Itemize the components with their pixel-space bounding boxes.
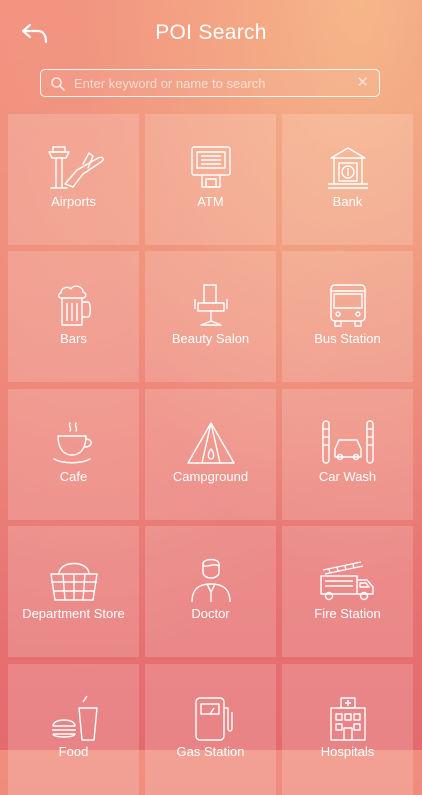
category-label: Hospitals [320, 744, 375, 759]
tent-icon [187, 422, 235, 464]
category-label: Doctor [191, 606, 230, 621]
category-car-wash[interactable]: Car Wash [282, 389, 413, 520]
category-label: Airports [51, 194, 96, 209]
category-label: Fire Station [314, 606, 381, 621]
salon-chair-icon [194, 284, 228, 326]
bus-icon [330, 284, 366, 327]
category-label: Bank [332, 194, 363, 209]
category-department-store[interactable]: Department Store [8, 526, 139, 657]
category-gas-station[interactable]: Gas Station [145, 664, 276, 795]
beer-mug-icon [58, 285, 91, 326]
category-doctor[interactable]: Doctor [145, 526, 276, 657]
coffee-cup-icon [53, 422, 92, 464]
fire-truck-icon [320, 561, 374, 601]
category-grid: Airports ATM Bank Bars Beauty Salon Bus … [0, 0, 422, 795]
category-hospitals[interactable]: Hospitals [282, 664, 413, 795]
category-label: Campground [172, 469, 249, 484]
category-label: ATM [197, 194, 224, 209]
category-label: Food [58, 744, 89, 759]
shopping-basket-icon [50, 562, 98, 601]
hospital-icon [330, 697, 366, 741]
airport-icon [48, 146, 104, 189]
category-food[interactable]: Food [8, 664, 139, 795]
category-label: Gas Station [176, 744, 245, 759]
category-label: Car Wash [318, 469, 377, 484]
category-label: Cafe [59, 469, 88, 484]
bank-icon [328, 147, 368, 189]
doctor-icon [191, 558, 231, 603]
category-bus-station[interactable]: Bus Station [282, 251, 413, 382]
car-wash-icon [322, 420, 374, 464]
category-airports[interactable]: Airports [8, 114, 139, 245]
atm-icon [191, 146, 231, 188]
category-atm[interactable]: ATM [145, 114, 276, 245]
category-label: Bars [60, 331, 87, 346]
category-beauty-salon[interactable]: Beauty Salon [145, 251, 276, 382]
category-label: Beauty Salon [171, 331, 250, 346]
category-fire-station[interactable]: Fire Station [282, 526, 413, 657]
category-cafe[interactable]: Cafe [8, 389, 139, 520]
category-campground[interactable]: Campground [145, 389, 276, 520]
category-bank[interactable]: Bank [282, 114, 413, 245]
fast-food-icon [52, 695, 98, 741]
category-label: Bus Station [314, 331, 381, 346]
category-bars[interactable]: Bars [8, 251, 139, 382]
category-label: Department Store [22, 606, 125, 621]
fuel-pump-icon [195, 697, 233, 741]
